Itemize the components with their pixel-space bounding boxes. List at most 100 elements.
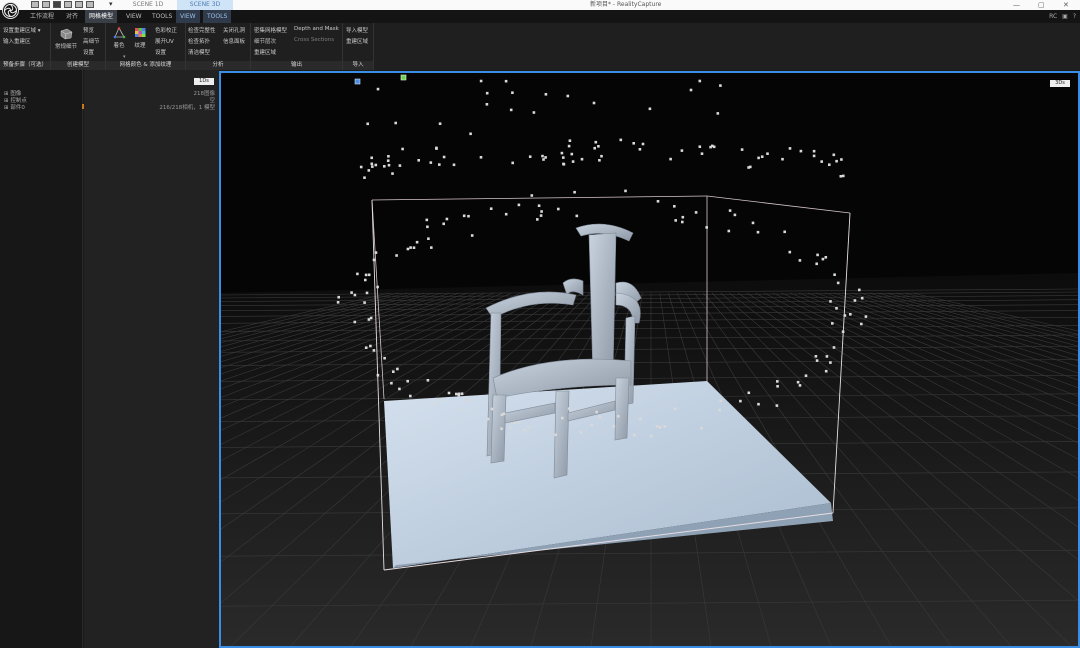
camera-marker[interactable] [513,421,516,425]
camera-marker[interactable] [442,155,446,159]
camera-marker[interactable] [821,257,825,261]
camera-marker[interactable] [832,346,836,349]
camera-marker[interactable] [376,373,380,377]
camera-marker[interactable] [532,111,536,114]
camera-marker[interactable] [527,425,530,429]
camera-marker[interactable] [365,291,369,295]
camera-marker[interactable] [824,256,828,259]
camera-marker[interactable] [849,313,852,316]
camera-marker[interactable] [392,370,395,373]
camera-marker[interactable] [580,157,584,161]
camera-marker[interactable] [716,112,720,115]
camera-marker[interactable] [842,174,845,178]
camera-marker[interactable] [412,246,416,249]
camera-marker[interactable] [350,291,353,294]
camera-marker[interactable] [733,213,737,217]
camera-marker[interactable] [632,142,635,145]
camera-marker[interactable] [835,159,838,163]
camera-marker[interactable] [376,87,380,91]
camera-marker[interactable] [557,207,560,211]
minimize-button[interactable]: — [1013,0,1020,10]
viewport-3ds-tag[interactable]: 3Ds [1050,80,1070,87]
camera-marker[interactable] [590,423,593,427]
camera-marker[interactable] [751,221,755,225]
camera-marker[interactable] [617,415,620,418]
camera-marker[interactable] [835,307,838,310]
camera-marker[interactable] [760,155,764,158]
camera-marker[interactable] [828,163,831,166]
dense-mesh-export-button[interactable]: 密集网格模型 [254,26,287,34]
camera-marker[interactable] [570,152,574,156]
check-topology-button[interactable]: 检查拓扑 [188,37,210,45]
chevron-down-icon[interactable]: ▾ [109,0,113,8]
camera-marker[interactable] [438,398,442,401]
tree-item-component[interactable]: ⊞ 部件0 [4,103,27,111]
camera-marker[interactable] [833,273,836,276]
close-holes-button[interactable]: 关闭孔洞 [223,26,245,34]
camera-marker[interactable] [490,407,494,411]
camera-marker[interactable] [775,404,779,407]
camera-marker[interactable] [366,122,369,126]
camera-marker[interactable] [415,240,419,244]
camera-marker[interactable] [757,156,760,160]
normal-detail-button[interactable]: 常规细节 [53,28,79,50]
camera-marker[interactable] [853,299,857,302]
input-reconstruction-region-button[interactable]: 输入重建区 [3,37,31,45]
camera-marker[interactable] [567,144,571,148]
camera-marker[interactable] [829,300,832,303]
camera-marker[interactable] [747,391,751,395]
camera-marker[interactable] [429,161,433,164]
camera-marker[interactable] [504,212,508,216]
layout-4-icon[interactable] [64,1,72,8]
camera-marker[interactable] [560,151,564,155]
tree-item-images[interactable]: ⊞ 图像 [4,89,27,97]
camera-marker[interactable] [467,399,471,402]
camera-marker[interactable] [812,149,816,153]
camera-marker[interactable] [462,214,466,218]
camera-marker[interactable] [434,402,438,406]
camera-marker[interactable] [638,148,642,151]
camera-marker[interactable] [680,149,684,152]
camera-marker[interactable] [829,361,832,364]
menu-tools[interactable]: TOOLS [148,10,176,23]
camera-marker[interactable] [364,346,368,349]
camera-marker[interactable] [727,229,731,233]
camera-marker[interactable] [624,189,627,193]
import-model-button[interactable]: 导入模型 [346,26,368,34]
tab-scene-3d[interactable]: SCENE 3D [177,0,233,10]
camera-marker[interactable] [798,384,802,387]
camera-marker[interactable] [633,433,636,437]
high-detail-button[interactable]: 高细节 [83,37,100,45]
camera-marker[interactable] [594,140,598,144]
camera-marker[interactable] [396,367,399,371]
camera-marker[interactable] [639,417,642,421]
camera-marker[interactable] [858,288,861,292]
camera-marker[interactable] [485,103,489,106]
camera-marker[interactable] [398,387,401,391]
layout-2-icon[interactable] [42,1,50,8]
camera-marker[interactable] [337,295,340,299]
camera-marker[interactable] [398,164,402,167]
camera-marker[interactable] [500,427,503,430]
camera-marker[interactable] [815,359,819,362]
camera-marker[interactable] [540,210,543,213]
camera-marker[interactable] [376,285,379,289]
camera-marker[interactable] [353,320,357,324]
camera-marker[interactable] [776,385,779,388]
camera-marker[interactable] [430,246,433,249]
camera-marker[interactable] [374,251,378,254]
camera-marker[interactable] [705,226,708,229]
camera-marker[interactable] [561,416,564,420]
menu-view-3d[interactable]: VIEW [176,10,200,23]
camera-marker[interactable] [860,322,863,326]
camera-marker[interactable] [593,146,596,150]
camera-marker[interactable] [447,391,451,395]
camera-marker[interactable] [719,399,722,403]
camera-marker[interactable] [832,153,836,157]
camera-marker[interactable] [372,349,376,352]
camera-marker[interactable] [372,258,376,262]
colorize-dropdown-icon[interactable]: ▾ [123,54,126,60]
camera-marker[interactable] [371,165,374,168]
scene-canvas[interactable] [221,73,1078,646]
camera-marker[interactable] [394,121,397,125]
